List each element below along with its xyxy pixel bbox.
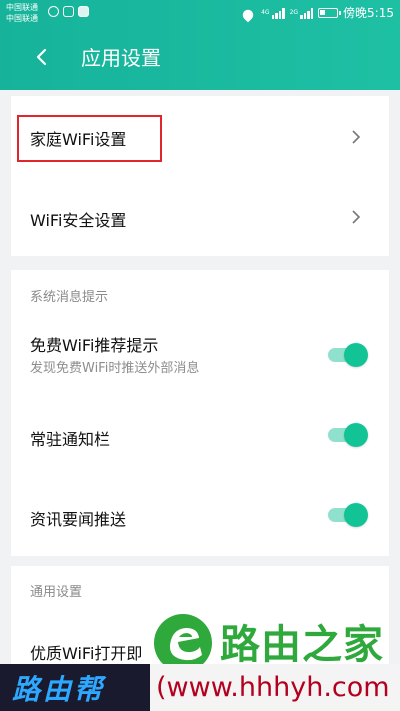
- toggle-knob: [344, 343, 368, 367]
- network-tag-2: 2G: [289, 9, 299, 16]
- back-button[interactable]: [30, 45, 54, 69]
- app-badge-icon: [78, 6, 89, 17]
- page-title: 应用设置: [81, 46, 161, 70]
- chevron-left-icon: [36, 48, 47, 66]
- shield-icon: [48, 6, 59, 17]
- cell-signal-icon: [271, 7, 285, 19]
- notification-settings-card: 系统消息提示 免费WiFi推荐提示 发现免费WiFi时推送外部消息 常驻通知栏 …: [11, 270, 389, 556]
- cell-signal-2-icon: [300, 7, 314, 19]
- app-notification-icon: [63, 6, 74, 17]
- carrier-2: 中国联通: [6, 14, 38, 23]
- highlight-box: [17, 115, 162, 162]
- quality-wifi-label: 优质WiFi打开即: [30, 644, 143, 663]
- news-push-label: 资讯要闻推送: [30, 510, 127, 529]
- watermark-url: (www.hhhyh.com: [156, 672, 390, 703]
- section-title-notifications: 系统消息提示: [30, 290, 109, 305]
- status-bar: 中国联通 中国联通 4G 2G 傍晚5:15: [0, 0, 400, 26]
- list-item-wifi-security[interactable]: WiFi安全设置: [11, 176, 389, 256]
- watermark-left-text: 路由帮: [12, 673, 106, 706]
- chevron-right-icon: [352, 130, 361, 144]
- free-wifi-tip-toggle[interactable]: [328, 343, 368, 367]
- toggle-knob: [344, 423, 368, 447]
- status-time: 傍晚5:15: [343, 6, 394, 20]
- battery-level-fill: [320, 9, 326, 15]
- list-item-free-wifi-tip: 免费WiFi推荐提示 发现免费WiFi时推送外部消息: [11, 314, 389, 398]
- persistent-notification-toggle[interactable]: [328, 423, 368, 447]
- carrier-1: 中国联通: [6, 3, 38, 12]
- list-item-persistent-notification: 常驻通知栏: [11, 398, 389, 478]
- free-wifi-tip-sublabel: 发现免费WiFi时推送外部消息: [30, 361, 200, 376]
- status-icons-right: 4G 2G 傍晚5:15: [240, 4, 394, 21]
- watermark-left-panel: 路由帮: [0, 664, 150, 711]
- app-header-background: 中国联通 中国联通 4G 2G 傍晚5:15 应用设置: [0, 0, 400, 90]
- free-wifi-tip-label: 免费WiFi推荐提示: [30, 336, 159, 355]
- toggle-knob: [344, 503, 368, 527]
- persistent-notification-label: 常驻通知栏: [30, 430, 111, 449]
- wifi-signal-icon: [240, 7, 256, 19]
- news-push-toggle[interactable]: [328, 503, 368, 527]
- page-header: 应用设置: [0, 36, 400, 80]
- carrier-info: 中国联通 中国联通: [6, 2, 38, 24]
- watermark-bar: 路由帮 (www.hhhyh.com: [0, 664, 400, 711]
- wifi-security-label: WiFi安全设置: [30, 211, 127, 230]
- network-tag-1: 4G: [261, 9, 270, 16]
- battery-icon: [318, 7, 342, 18]
- watermark-brand: 路由之家: [220, 622, 384, 668]
- chevron-right-icon: [352, 210, 361, 224]
- status-icons-left: [48, 6, 89, 17]
- list-item-news-push: 资讯要闻推送: [11, 478, 389, 556]
- section-title-general: 通用设置: [30, 585, 83, 600]
